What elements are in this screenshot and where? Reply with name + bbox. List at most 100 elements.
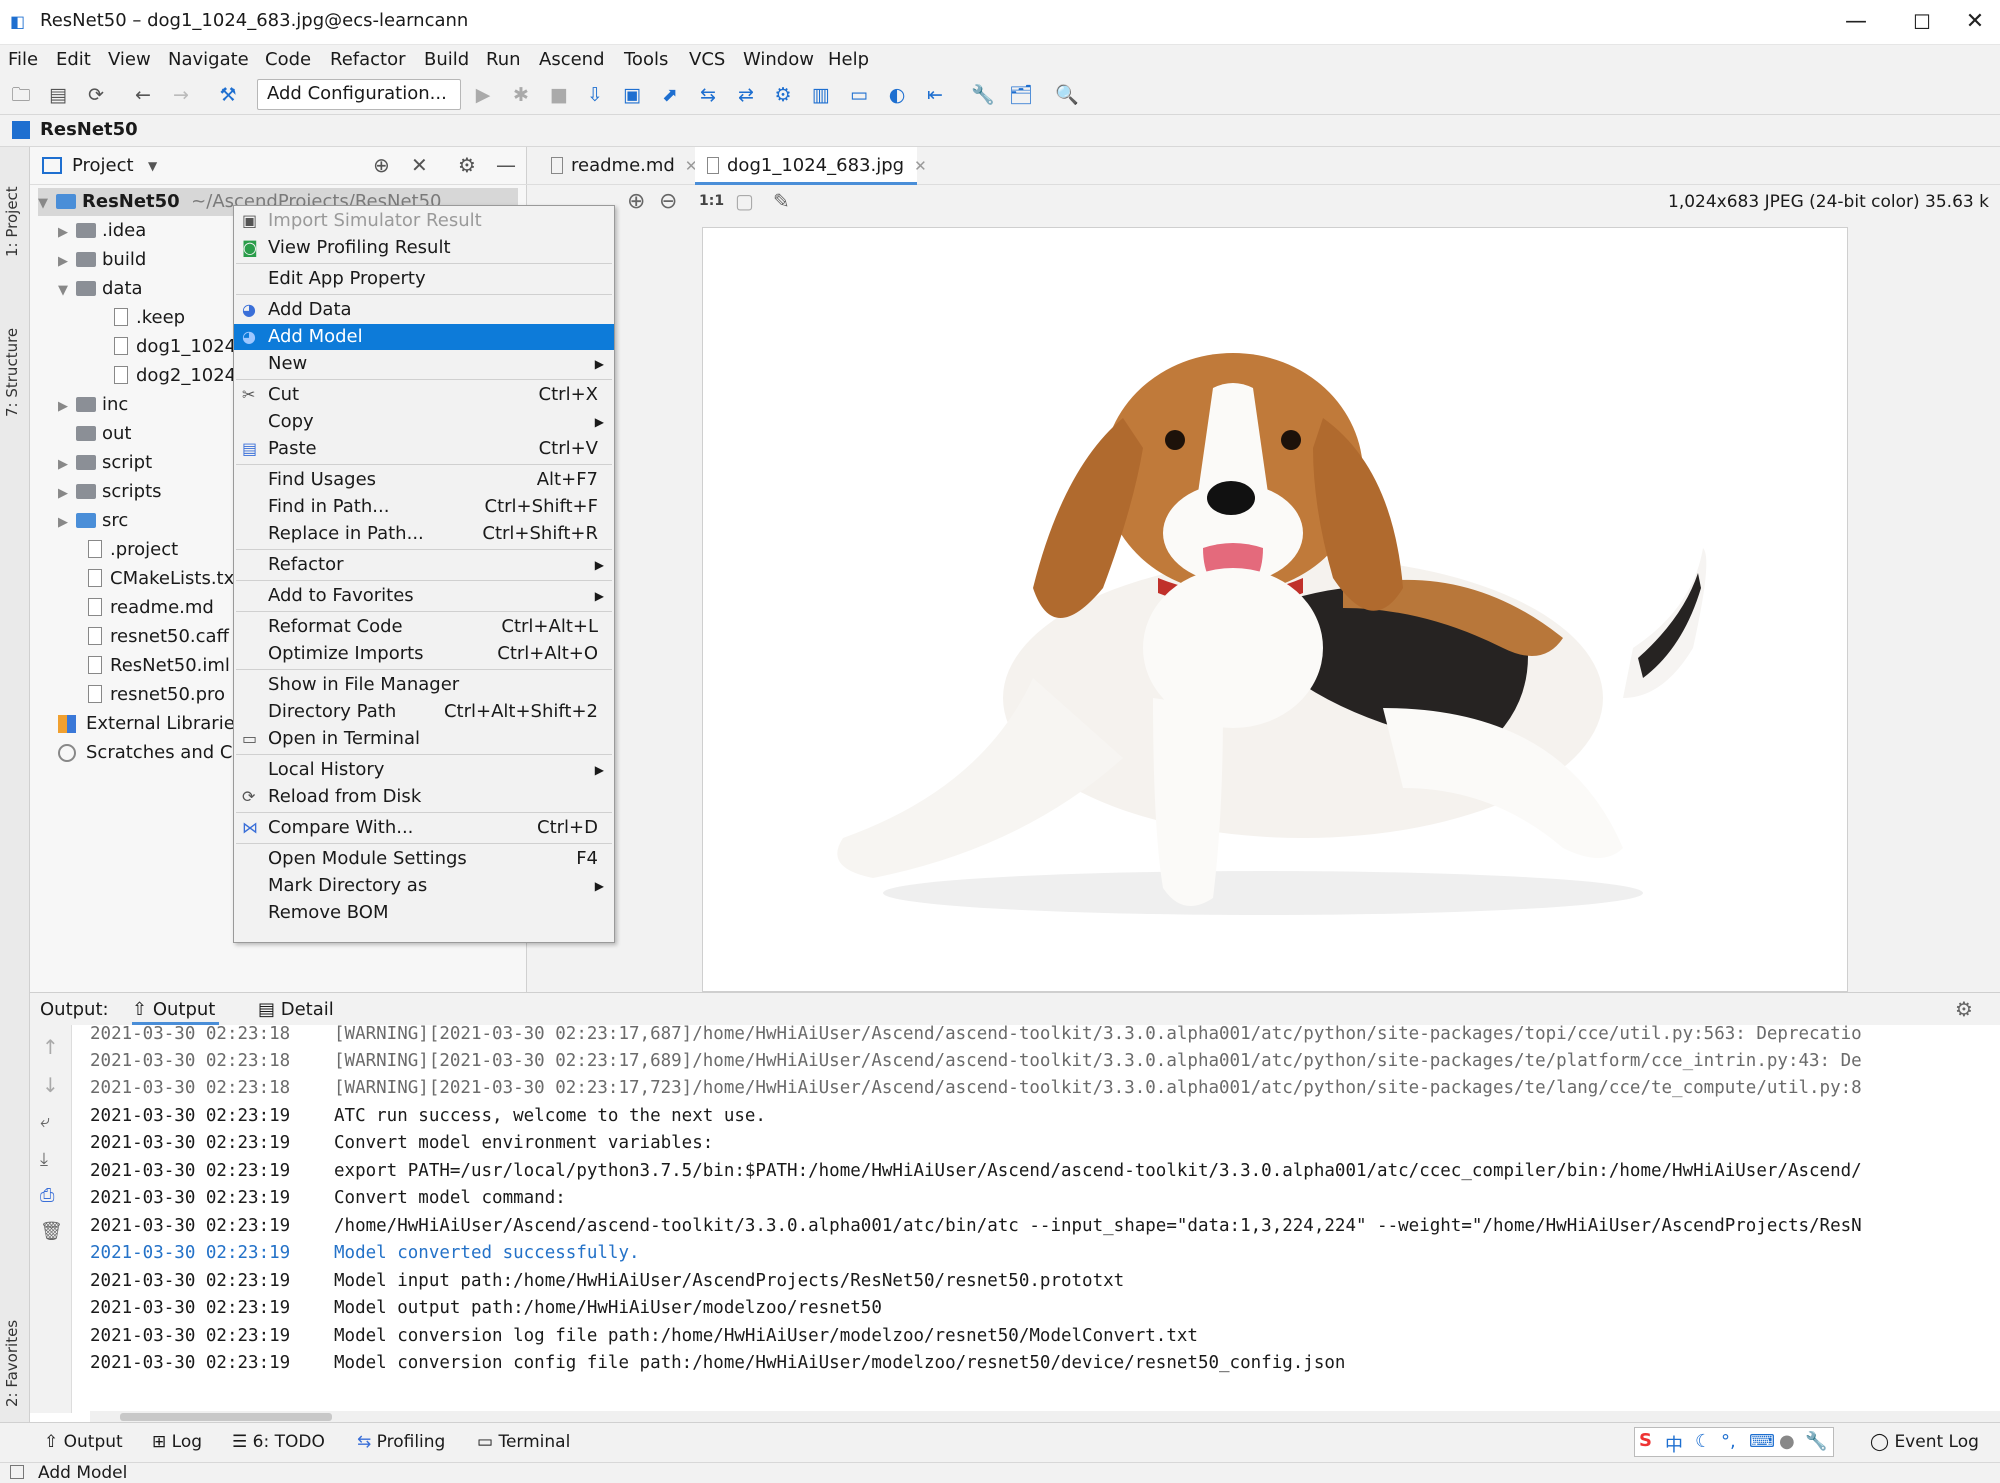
fit-zoom-icon[interactable]: ▢	[735, 189, 754, 213]
menu-item-copy[interactable]: Copy ▶	[234, 409, 614, 435]
breadcrumb-project[interactable]: ResNet50	[40, 119, 138, 140]
tree-item-script[interactable]: ▶ script	[58, 449, 152, 477]
ascend-package-icon[interactable]: ▣	[619, 82, 645, 108]
tree-item-scripts[interactable]: ▶ scripts	[58, 478, 162, 506]
bottom-tab-terminal[interactable]: ▭ Terminal	[477, 1432, 570, 1452]
bottom-tab-profiling[interactable]: ⇆ Profiling	[357, 1432, 445, 1452]
close-tab-icon[interactable]: ✕	[914, 157, 927, 175]
menu-item-paste[interactable]: ▤ Paste Ctrl+V	[234, 436, 614, 462]
trash-icon[interactable]: 🗑	[40, 1221, 63, 1242]
menu-item-add-data[interactable]: ◕ Add Data	[234, 297, 614, 323]
debug-icon[interactable]: ✱	[508, 82, 534, 108]
tree-item-scratches[interactable]: Scratches and C	[58, 739, 232, 767]
menu-item-compare-with[interactable]: ⋈ Compare With... Ctrl+D	[234, 815, 614, 841]
tab-structure[interactable]: 7: Structure	[3, 307, 21, 417]
ascend-profile-icon[interactable]: ◐	[884, 82, 910, 108]
menu-code[interactable]: Code	[265, 49, 311, 70]
ime-toolbar[interactable]: S 中 ☾ °, ⌨ ● 🔧	[1634, 1427, 1834, 1457]
menu-item-cut[interactable]: ✂ Cut Ctrl+X	[234, 382, 614, 408]
tree-item-dog2[interactable]: dog2_1024	[114, 362, 236, 390]
print-icon[interactable]: ⎙	[40, 1185, 54, 1206]
ascend-monitor-icon[interactable]: ▭	[846, 82, 872, 108]
color-picker-icon[interactable]: ✎	[773, 189, 790, 213]
menu-item-remove-bom[interactable]: Remove BOM	[234, 900, 614, 926]
menu-item-view-profiling-result[interactable]: ◙ View Profiling Result	[234, 235, 614, 261]
menu-item-edit-app-property[interactable]: Edit App Property	[234, 266, 614, 292]
tree-item-out[interactable]: out	[76, 420, 131, 448]
menu-item-find-in-path[interactable]: Find in Path... Ctrl+Shift+F	[234, 494, 614, 520]
scroll-to-end-icon[interactable]: ⤓	[40, 1149, 48, 1170]
sync-icon[interactable]: ⟳	[83, 82, 109, 108]
scroll-up-icon[interactable]: ↑	[42, 1035, 59, 1059]
collapse-icon[interactable]: ✕	[411, 153, 428, 177]
save-all-icon[interactable]: ▤	[45, 82, 71, 108]
tree-item-src[interactable]: ▶ src	[58, 507, 128, 535]
open-folder-icon[interactable]: 🗀	[8, 82, 34, 108]
tree-item-project-file[interactable]: .project	[88, 536, 178, 564]
menu-item-add-model[interactable]: ◕ Add Model	[234, 324, 614, 350]
build-hammer-icon[interactable]: ⚒	[215, 82, 241, 108]
bottom-tab-log[interactable]: ⊞ Log	[152, 1432, 202, 1452]
ascend-deploy-icon[interactable]: ⇩	[582, 82, 608, 108]
hide-icon[interactable]: —	[496, 153, 516, 177]
project-view-selector[interactable]: Project	[72, 155, 134, 176]
zoom-in-icon[interactable]: ⊕	[627, 189, 645, 214]
chevron-down-icon[interactable]: ▼	[148, 159, 157, 173]
menu-run[interactable]: Run	[486, 49, 521, 70]
tree-item-build[interactable]: ▶ build	[58, 246, 146, 274]
menu-view[interactable]: View	[108, 49, 151, 70]
settings-wrench-icon[interactable]: 🔧	[970, 82, 996, 108]
menu-item-import-simulator-result[interactable]: ▣ Import Simulator Result	[234, 208, 614, 234]
back-icon[interactable]: ←	[130, 82, 156, 108]
menu-help[interactable]: Help	[828, 49, 869, 70]
add-configuration-dropdown[interactable]: Add Configuration...	[257, 79, 461, 110]
forward-icon[interactable]: →	[168, 82, 194, 108]
menu-item-find-usages[interactable]: Find Usages Alt+F7	[234, 467, 614, 493]
tree-item-keep[interactable]: .keep	[114, 304, 185, 332]
ascend-gear-icon[interactable]: ⚙	[770, 82, 796, 108]
menu-item-new[interactable]: New ▶	[234, 351, 614, 377]
tree-item-external-libraries[interactable]: External Librarie	[58, 710, 235, 738]
tree-item-readme[interactable]: readme.md	[88, 594, 214, 622]
tree-item-data[interactable]: ▼ data	[58, 275, 143, 303]
ascend-log-icon[interactable]: ⇤	[922, 82, 948, 108]
zoom-out-icon[interactable]: ⊖	[659, 189, 677, 214]
close-window-icon[interactable]: ✕	[1955, 6, 1995, 38]
menu-edit[interactable]: Edit	[56, 49, 91, 70]
maximize-icon[interactable]: ☐	[1902, 6, 1942, 38]
menu-item-add-to-favorites[interactable]: Add to Favorites ▶	[234, 583, 614, 609]
tree-item-caffemodel[interactable]: resnet50.caff	[88, 623, 229, 651]
locate-icon[interactable]: ⊕	[373, 153, 390, 177]
tree-item-dog1[interactable]: dog1_1024	[114, 333, 236, 361]
tab-dog1[interactable]: dog1_1024_683.jpg ✕	[695, 147, 927, 185]
tree-item-iml[interactable]: ResNet50.iml	[88, 652, 230, 680]
scrollbar-thumb[interactable]	[120, 1413, 332, 1421]
gear-icon[interactable]: ⚙	[1955, 997, 1973, 1021]
stop-icon[interactable]: ■	[546, 82, 572, 108]
menu-item-mark-directory-as[interactable]: Mark Directory as ▶	[234, 873, 614, 899]
tab-detail[interactable]: ▤ Detail	[258, 999, 334, 1020]
tree-item-prototxt[interactable]: resnet50.pro	[88, 681, 225, 709]
project-structure-icon[interactable]: 🗂	[1008, 82, 1034, 108]
menu-item-show-in-file-manager[interactable]: Show in File Manager	[234, 672, 614, 698]
bottom-tab-output[interactable]: ⇧ Output	[44, 1432, 123, 1452]
menu-item-reformat-code[interactable]: Reformat Code Ctrl+Alt+L	[234, 614, 614, 640]
menu-ascend[interactable]: Ascend	[539, 49, 605, 70]
gear-icon[interactable]: ⚙	[458, 153, 476, 177]
ascend-model-icon[interactable]: ⬈	[657, 82, 683, 108]
minimize-icon[interactable]: —	[1836, 6, 1876, 38]
menu-refactor[interactable]: Refactor	[330, 49, 406, 70]
ascend-chart-icon[interactable]: ▥	[808, 82, 834, 108]
soft-wrap-icon[interactable]: ⤶	[40, 1111, 50, 1132]
menu-item-replace-in-path[interactable]: Replace in Path... Ctrl+Shift+R	[234, 521, 614, 547]
menu-window[interactable]: Window	[743, 49, 814, 70]
tree-item-idea[interactable]: ▶ .idea	[58, 217, 146, 245]
tab-favorites[interactable]: 2: Favorites	[3, 1297, 21, 1407]
menu-item-directory-path[interactable]: Directory Path Ctrl+Alt+Shift+2	[234, 699, 614, 725]
menu-file[interactable]: File	[8, 49, 38, 70]
tab-project[interactable]: 1: Project	[3, 167, 21, 257]
tree-item-cmakelists[interactable]: CMakeLists.tx	[88, 565, 234, 593]
run-icon[interactable]: ▶	[470, 82, 496, 108]
menu-item-open-in-terminal[interactable]: ▭ Open in Terminal	[234, 726, 614, 752]
menu-build[interactable]: Build	[424, 49, 469, 70]
